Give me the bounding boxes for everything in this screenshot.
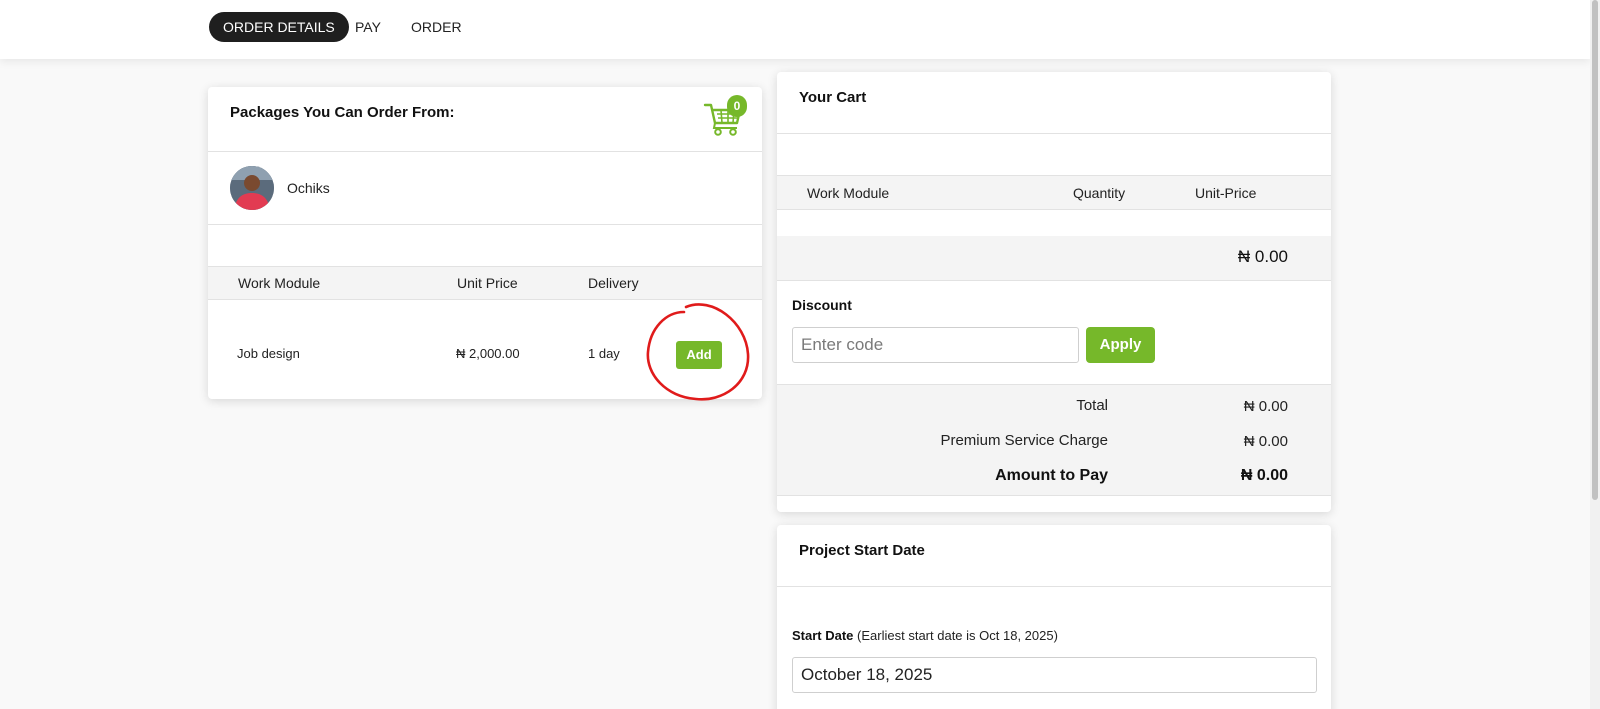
amount-to-pay-value: ₦ 0.00: [1240, 467, 1288, 484]
top-nav: ORDER DETAILS PAY ORDER: [0, 0, 1590, 59]
cart-card: Your Cart Work Module Quantity Unit-Pric…: [777, 72, 1331, 512]
project-start-title: Project Start Date: [799, 542, 925, 559]
amount-to-pay-label: Amount to Pay: [995, 467, 1108, 484]
packages-card: Packages You Can Order From: 0 Ochiks Wo…: [208, 87, 762, 399]
column-work-module: Work Module: [807, 185, 890, 201]
start-date-note: (Earliest start date is Oct 18, 2025): [857, 628, 1058, 643]
total-label: Total: [1076, 397, 1108, 414]
packages-table-header: Work Module Unit Price Delivery: [208, 266, 762, 300]
divider: [777, 133, 1331, 134]
premium-charge-label: Premium Service Charge: [940, 432, 1108, 449]
scrollbar-thumb[interactable]: [1592, 0, 1598, 500]
column-unit-price: Unit Price: [457, 275, 518, 291]
start-date-label: Start Date: [792, 628, 854, 643]
cart-count-badge: 0: [727, 95, 747, 117]
start-date-input[interactable]: [792, 657, 1317, 693]
tab-order-details[interactable]: ORDER DETAILS: [209, 12, 349, 42]
row-delivery: 1 day: [588, 346, 620, 361]
project-start-card: Project Start Date Start Date (Earliest …: [777, 525, 1331, 709]
start-date-label-group: Start Date (Earliest start date is Oct 1…: [792, 628, 1058, 643]
tab-pay[interactable]: PAY: [341, 12, 395, 42]
cart-summary: Total ₦ 0.00 Premium Service Charge ₦ 0.…: [777, 384, 1331, 496]
premium-charge-value: ₦ 0.00: [1243, 433, 1288, 450]
divider: [208, 224, 762, 225]
seller-name[interactable]: Ochiks: [287, 180, 330, 196]
column-work-module: Work Module: [238, 275, 321, 291]
column-quantity: Quantity: [1073, 185, 1126, 201]
discount-code-input[interactable]: [792, 327, 1079, 363]
add-button[interactable]: Add: [676, 341, 722, 369]
row-unit-price: ₦ 2,000.00: [456, 346, 520, 361]
cart-title: Your Cart: [799, 89, 867, 106]
avatar: [230, 166, 274, 210]
packages-title: Packages You Can Order From:: [230, 104, 455, 121]
cart-table-header: Work Module Quantity Unit-Price: [777, 175, 1331, 210]
cart-subtotal-row: ₦ 0.00: [777, 236, 1331, 281]
discount-label: Discount: [792, 297, 852, 313]
tab-order[interactable]: ORDER: [397, 12, 476, 42]
apply-discount-button[interactable]: Apply: [1086, 327, 1155, 363]
page-scrollbar[interactable]: [1590, 0, 1600, 709]
column-delivery: Delivery: [588, 275, 639, 291]
divider: [777, 586, 1331, 587]
divider: [208, 151, 762, 152]
cart-subtotal: ₦ 0.00: [1237, 247, 1288, 266]
row-work-module: Job design: [237, 346, 300, 361]
total-value: ₦ 0.00: [1243, 398, 1288, 415]
column-unit-price: Unit-Price: [1195, 185, 1257, 201]
